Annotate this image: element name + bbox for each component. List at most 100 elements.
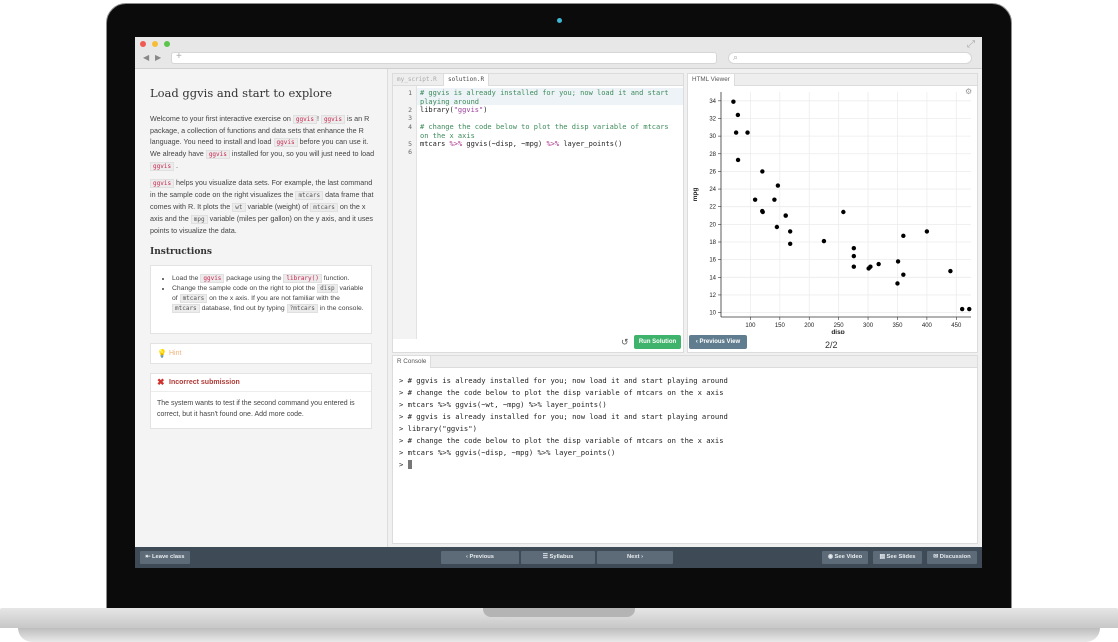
code-token: mtcars	[420, 140, 450, 148]
data-point	[772, 197, 777, 202]
previous-label: Previous	[469, 554, 495, 560]
laptop-base-bottom	[18, 628, 1100, 642]
syllabus-button[interactable]: ☰ Syllabus	[521, 551, 595, 564]
text-span: in the console.	[317, 305, 364, 312]
text-span: Load the	[172, 275, 201, 282]
inline-code: ggvis	[205, 150, 230, 159]
inline-code: ggvis	[320, 115, 345, 124]
data-point	[851, 264, 857, 269]
code-token: layer_points()	[559, 140, 623, 148]
url-bar[interactable]: +	[171, 51, 717, 64]
search-icon: ⌕	[733, 52, 739, 62]
x-tick-label: 350	[892, 323, 903, 329]
data-point	[731, 99, 736, 104]
console-prompt-line[interactable]: >	[399, 460, 412, 469]
previous-view-button[interactable]: ‹ Previous View	[689, 335, 747, 349]
minimize-window-button[interactable]	[152, 41, 158, 47]
next-button[interactable]: Next ›	[597, 551, 673, 564]
inline-code: mtcars	[179, 294, 208, 303]
laptop-notch	[483, 608, 635, 617]
code-line-5[interactable]: mtcars %>% ggvis(~disp, ~mpg) %>% layer_…	[420, 140, 682, 149]
leave-class-label: Leave class	[151, 554, 185, 560]
code-line-4-wrap[interactable]: on the x axis	[420, 132, 682, 141]
inline-code: ggvis	[150, 179, 175, 188]
console-line: > # ggvis is already installed for you; …	[399, 412, 728, 421]
hint-button[interactable]: 💡 Hint	[150, 343, 372, 364]
y-axis-label: mpg	[692, 188, 699, 202]
viewer-tabs: HTML Viewer	[688, 74, 977, 86]
new-tab-icon[interactable]: +	[176, 51, 182, 62]
console-line: > # change the code below to plot the di…	[399, 388, 724, 397]
data-point	[775, 183, 781, 188]
y-tick-label: 18	[709, 240, 716, 246]
code-line-1[interactable]: # ggvis is already installed for you; no…	[420, 89, 682, 98]
lesson-title: Load ggvis and start to explore	[150, 86, 333, 100]
webcam	[557, 18, 562, 23]
tab-html-viewer[interactable]: HTML Viewer	[688, 74, 735, 86]
previous-view-label: Previous View	[699, 339, 741, 345]
see-slides-label: See Slides	[886, 554, 916, 560]
y-tick-label: 22	[709, 205, 716, 211]
x-tick-label: 100	[745, 323, 756, 329]
code-line-1-wrap[interactable]: playing around	[420, 98, 682, 107]
syllabus-label: Syllabus	[549, 554, 574, 560]
screen: ◀ ▶ + ⌕ ⤢ Load ggvis and start to explor…	[135, 37, 982, 568]
previous-button[interactable]: ‹ Previous	[441, 551, 519, 564]
line-gutter: 1 2 3 4 5 6	[393, 86, 417, 339]
inline-code: mtcars	[172, 304, 200, 313]
see-slides-button[interactable]: ▤ See Slides	[873, 551, 922, 564]
reset-icon[interactable]: ↺	[621, 337, 629, 348]
line-number: 6	[408, 148, 412, 156]
html-viewer: HTML Viewer ⚙ 100 150 200 250 300 350 400 450 10…	[687, 73, 978, 353]
code-token: ggvis(~disp, ~mpg)	[462, 140, 547, 148]
inline-code: ?mtcars	[286, 304, 318, 313]
x-tick-label: 400	[922, 323, 933, 329]
run-solution-button[interactable]: Run Solution	[634, 335, 681, 349]
browser-chrome: ◀ ▶ + ⌕ ⤢	[135, 37, 982, 69]
data-point	[745, 130, 750, 135]
y-tick-label: 28	[709, 152, 716, 158]
maximize-window-button[interactable]	[164, 41, 170, 47]
code-line-4[interactable]: # change the code below to plot the disp…	[420, 123, 682, 132]
data-point	[851, 245, 857, 251]
close-window-button[interactable]	[140, 41, 146, 47]
leave-class-button[interactable]: ⇤ Leave class	[140, 551, 190, 564]
y-tick-label: 10	[709, 311, 716, 317]
text-span: Welcome to your first interactive exerci…	[150, 114, 293, 123]
inline-code: ggvis	[150, 162, 175, 171]
forward-arrow-icon[interactable]: ▶	[155, 53, 161, 62]
fullscreen-icon[interactable]: ⤢	[967, 39, 975, 50]
inline-code: ggvis	[273, 138, 298, 147]
see-video-label: See Video	[834, 554, 863, 560]
x-tick-label: 450	[951, 323, 962, 329]
y-tick-label: 24	[709, 187, 716, 193]
r-console[interactable]: R Console > # ggvis is already installed…	[392, 355, 978, 544]
data-point	[895, 259, 901, 264]
code-token: %>%	[449, 140, 463, 148]
data-point	[901, 233, 906, 239]
see-video-button[interactable]: ◉ See Video	[822, 551, 868, 564]
line-number: 4	[408, 123, 412, 131]
data-point	[783, 213, 788, 218]
line-number: 5	[408, 140, 412, 148]
data-point	[735, 157, 741, 163]
console-line: > # change the code below to plot the di…	[399, 436, 724, 445]
discussion-button[interactable]: ✉ Discussion	[927, 551, 977, 564]
back-arrow-icon[interactable]: ◀	[143, 53, 149, 62]
console-line: > # ggvis is already installed for you; …	[399, 376, 728, 385]
tab-solution[interactable]: solution.R	[443, 74, 490, 86]
code-line-2[interactable]: library("ggvis")	[420, 106, 682, 115]
data-point	[735, 112, 741, 118]
console-prompt: >	[399, 460, 408, 469]
search-bar[interactable]: ⌕	[728, 52, 972, 64]
y-tick-label: 32	[709, 116, 716, 122]
data-point	[760, 209, 765, 215]
inline-code: wt	[232, 203, 246, 212]
tab-my-script[interactable]: my_script.R	[393, 74, 441, 86]
text-span: variable (weight) of	[245, 202, 311, 211]
next-label: Next	[626, 554, 640, 560]
console-line: > library("ggvis")	[399, 424, 477, 433]
tab-r-console[interactable]: R Console	[393, 356, 432, 368]
text-span: installed for you, so you will just need…	[229, 149, 375, 158]
code-token: "ggvis"	[453, 106, 484, 114]
